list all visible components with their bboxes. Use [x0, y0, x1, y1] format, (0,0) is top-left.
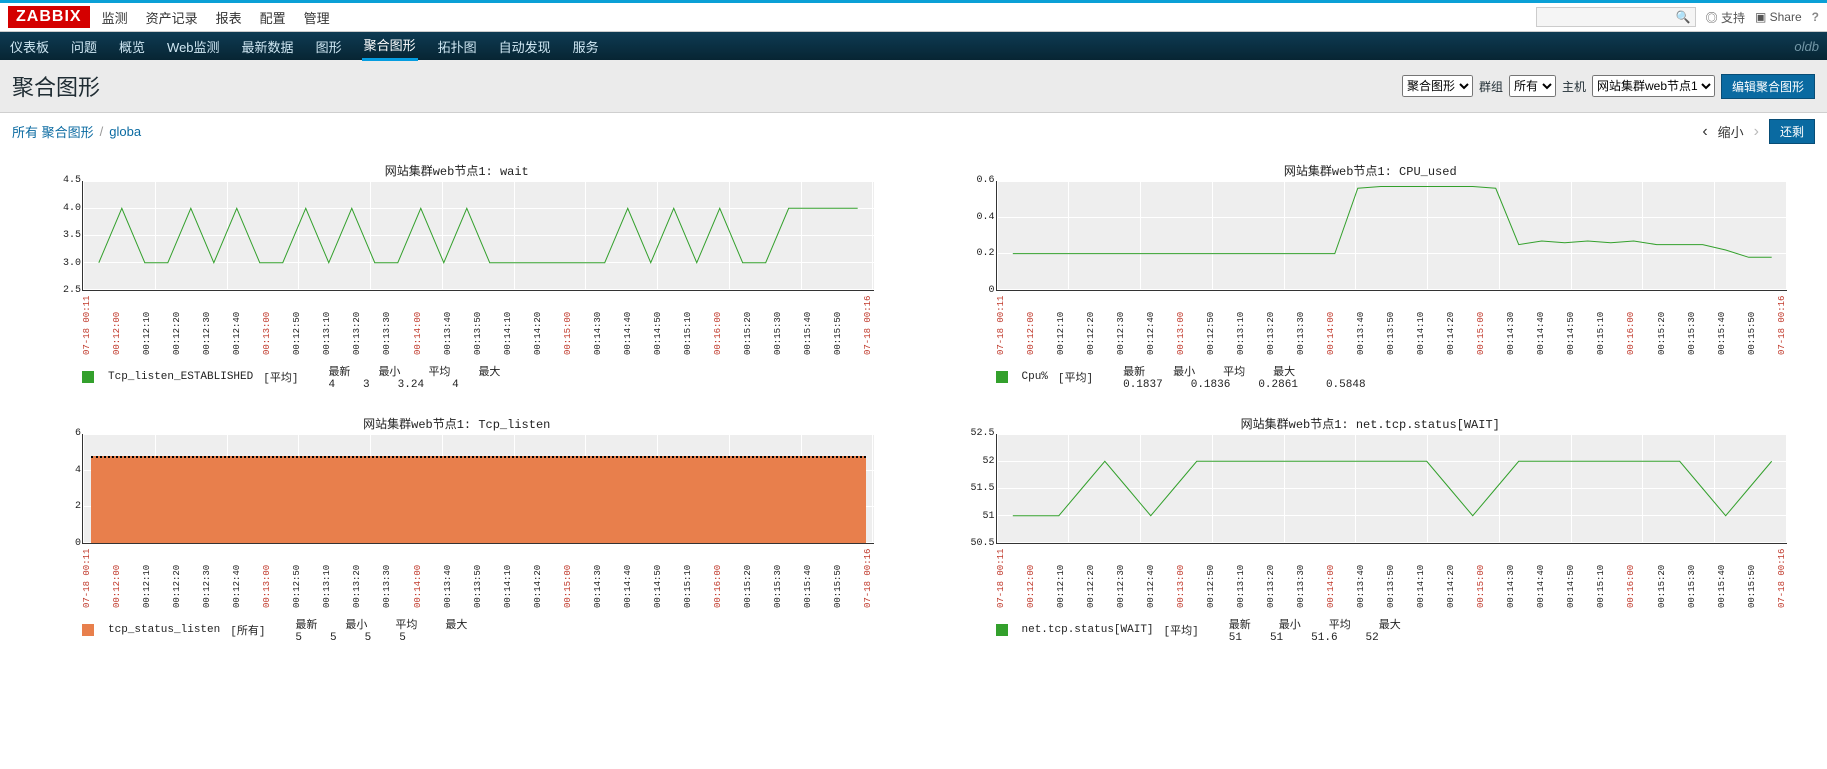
legend-swatch: [996, 624, 1008, 636]
legend-agg: [平均]: [263, 369, 298, 385]
group-label: 群组: [1479, 78, 1503, 95]
mode-select[interactable]: 聚合图形: [1402, 75, 1473, 97]
legend-stats: 最新最小平均最大515151.652: [1229, 616, 1401, 644]
page-controls: 聚合图形 群组 所有 主机 网站集群web节点1 编辑聚合图形: [1402, 74, 1815, 99]
chart-2: 网站集群web节点1: Tcp_listen642007-18 00:1100:…: [40, 415, 874, 644]
chart-legend: Tcp_listen_ESTABLISHED [平均] 最新最小平均最大433.24…: [82, 363, 874, 391]
legend-series-name: tcp_status_listen: [108, 624, 220, 636]
subnav-hostname: oldb: [1794, 39, 1819, 54]
search-input[interactable]: 🔍: [1536, 7, 1696, 27]
page-head: 聚合图形 聚合图形 群组 所有 主机 网站集群web节点1 编辑聚合图形: [0, 60, 1827, 113]
subnav-overview[interactable]: 概览: [117, 33, 147, 60]
chart-0: 网站集群web节点1: wait4.54.03.53.02.507-18 00:…: [40, 162, 874, 391]
y-axis: 52.55251.55150.5: [955, 428, 995, 549]
top-menu-reports[interactable]: 报表: [216, 8, 242, 27]
chart-plot[interactable]: 4.54.03.53.02.5: [82, 181, 874, 291]
search-icon: 🔍: [1676, 10, 1691, 24]
x-axis: 07-18 00:1100:12:0000:12:1000:12:2000:12…: [82, 295, 874, 355]
group-select[interactable]: 所有: [1509, 75, 1556, 97]
edit-screen-button[interactable]: 编辑聚合图形: [1721, 74, 1815, 99]
subnav-discovery[interactable]: 自动发现: [497, 33, 553, 60]
chart-title: 网站集群web节点1: CPU_used: [954, 162, 1788, 179]
subnav-latest[interactable]: 最新数据: [240, 33, 296, 60]
topbar-right: 🔍 ◎ 支持 ▣ Share ?: [1536, 7, 1819, 27]
next-arrow-icon[interactable]: ›: [1754, 123, 1759, 141]
breadcrumb-row: 所有 聚合图形 / globa ‹ 缩小 › 还剩: [0, 113, 1827, 150]
x-axis: 07-18 00:1100:12:0000:12:1000:12:2000:12…: [996, 295, 1788, 355]
chart-legend: tcp_status_listen [所有] 最新最小平均最大5555: [82, 616, 874, 644]
subnav-maps[interactable]: 拓扑图: [436, 33, 479, 60]
breadcrumb-sep: /: [100, 124, 104, 139]
subnav-services[interactable]: 服务: [571, 33, 601, 60]
chart-plot[interactable]: 52.55251.55150.5: [996, 434, 1788, 544]
charts-wrap: 网站集群web节点1: wait4.54.03.53.02.507-18 00:…: [0, 150, 1827, 654]
logo[interactable]: ZABBIX: [8, 6, 90, 28]
legend-agg: [平均]: [1164, 622, 1199, 638]
legend-swatch: [82, 624, 94, 636]
chart-plot[interactable]: 6420: [82, 434, 874, 544]
topbar: ZABBIX 监测 资产记录 报表 配置 管理 🔍 ◎ 支持 ▣ Share ?: [0, 0, 1827, 32]
y-axis: 4.54.03.53.02.5: [41, 175, 81, 296]
legend-series-name: net.tcp.status[WAIT]: [1022, 624, 1154, 636]
host-select[interactable]: 网站集群web节点1: [1592, 75, 1715, 97]
legend-series-name: Tcp_listen_ESTABLISHED: [108, 371, 253, 383]
breadcrumb-root[interactable]: 所有 聚合图形: [12, 122, 94, 141]
legend-swatch: [996, 371, 1008, 383]
page-title: 聚合图形: [12, 70, 100, 102]
prev-arrow-icon[interactable]: ‹: [1702, 123, 1707, 141]
zoom-out-button[interactable]: 缩小: [1718, 122, 1744, 141]
chart-legend: net.tcp.status[WAIT] [平均] 最新最小平均最大515151.6…: [996, 616, 1788, 644]
chart-3: 网站集群web节点1: net.tcp.status[WAIT]52.55251…: [954, 415, 1788, 644]
y-axis: 6420: [41, 428, 81, 549]
x-axis: 07-18 00:1100:12:0000:12:1000:12:2000:12…: [82, 548, 874, 608]
subnav-dashboard[interactable]: 仪表板: [8, 33, 51, 60]
subnav-screens[interactable]: 聚合图形: [362, 31, 418, 61]
x-axis: 07-18 00:1100:12:0000:12:1000:12:2000:12…: [996, 548, 1788, 608]
support-link[interactable]: ◎ 支持: [1706, 9, 1745, 26]
legend-agg: [所有]: [230, 622, 265, 638]
host-label: 主机: [1562, 78, 1586, 95]
share-link[interactable]: ▣ Share: [1755, 10, 1802, 24]
legend-swatch: [82, 371, 94, 383]
top-menu-monitor[interactable]: 监测: [102, 8, 128, 27]
top-menu: 监测 资产记录 报表 配置 管理: [102, 8, 330, 27]
chart-title: 网站集群web节点1: net.tcp.status[WAIT]: [954, 415, 1788, 432]
help-icon[interactable]: ?: [1812, 10, 1819, 24]
remaining-button[interactable]: 还剩: [1769, 119, 1815, 144]
chart-title: 网站集群web节点1: wait: [40, 162, 874, 179]
legend-stats: 最新最小平均最大433.244: [328, 363, 500, 391]
subnav-problems[interactable]: 问题: [69, 33, 99, 60]
chart-1: 网站集群web节点1: CPU_used0.60.40.2007-18 00:1…: [954, 162, 1788, 391]
legend-series-name: Cpu%: [1022, 371, 1048, 383]
subnav-web[interactable]: Web监测: [165, 33, 222, 60]
subnav: 仪表板 问题 概览 Web监测 最新数据 图形 聚合图形 拓扑图 自动发现 服务…: [0, 32, 1827, 60]
zoom-controls: ‹ 缩小 › 还剩: [1702, 119, 1815, 144]
legend-agg: [平均]: [1058, 369, 1093, 385]
chart-title: 网站集群web节点1: Tcp_listen: [40, 415, 874, 432]
top-menu-config[interactable]: 配置: [260, 8, 286, 27]
top-menu-inventory[interactable]: 资产记录: [146, 8, 198, 27]
chart-plot[interactable]: 0.60.40.20: [996, 181, 1788, 291]
subnav-graphs[interactable]: 图形: [314, 33, 344, 60]
breadcrumb-current[interactable]: globa: [109, 124, 141, 139]
legend-stats: 最新最小平均最大5555: [295, 616, 467, 644]
legend-stats: 最新最小平均最大0.18370.18360.28610.5848: [1123, 363, 1365, 391]
y-axis: 0.60.40.20: [955, 175, 995, 296]
chart-legend: Cpu% [平均] 最新最小平均最大0.18370.18360.28610.5848: [996, 363, 1788, 391]
top-menu-admin[interactable]: 管理: [304, 8, 330, 27]
